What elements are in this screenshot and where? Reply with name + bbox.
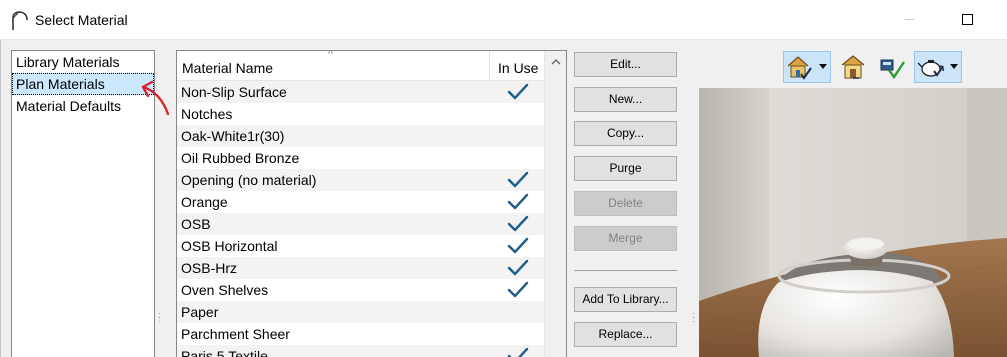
scroll-up-arrow-icon[interactable] — [545, 51, 566, 73]
material-check-icon — [880, 59, 905, 80]
table-row[interactable]: Parchment Sheer — [177, 323, 545, 345]
material-name-cell: Opening (no material) — [181, 172, 317, 188]
in-use-check-icon — [507, 83, 529, 101]
button-separator — [574, 270, 677, 271]
materials-table[interactable]: ^ Material Name In Use Non-Slip Surface N… — [176, 50, 567, 357]
table-row[interactable]: OSB — [177, 213, 545, 235]
table-row[interactable]: Orange — [177, 191, 545, 213]
minimize-button[interactable] — [886, 0, 932, 40]
category-plan-materials[interactable]: Plan Materials — [12, 73, 154, 95]
annotation-arrow-icon — [141, 80, 170, 116]
table-row[interactable]: Oak-White1r(30) — [177, 125, 545, 147]
column-header-material-name[interactable]: ^ Material Name — [177, 51, 490, 81]
in-use-check-icon — [507, 215, 529, 233]
replace-button[interactable]: Replace... — [574, 322, 677, 347]
column-header-in-use[interactable]: In Use — [491, 51, 545, 81]
material-category-list[interactable]: Library Materials Plan Materials Materia… — [11, 50, 155, 357]
vertical-scrollbar[interactable] — [544, 51, 566, 357]
splitter-grip-right[interactable]: · · · — [692, 309, 695, 327]
table-header: ^ Material Name In Use — [177, 51, 545, 81]
interior-view-button[interactable] — [836, 51, 870, 83]
table-row[interactable]: Notches — [177, 103, 545, 125]
material-name-cell: Oil Rubbed Bronze — [181, 150, 300, 166]
copy-button[interactable]: Copy... — [574, 121, 677, 146]
title-bar: Select Material — [0, 0, 1007, 40]
preview-toolbar — [699, 50, 1007, 86]
teapot-preview-dropdown-button[interactable] — [914, 51, 962, 83]
category-library-materials[interactable]: Library Materials — [12, 51, 154, 73]
column-label-in-use: In Use — [498, 60, 539, 76]
table-row[interactable]: Paris 5 Textile — [177, 345, 545, 357]
category-material-defaults[interactable]: Material Defaults — [12, 95, 154, 117]
material-name-cell: Non-Slip Surface — [181, 84, 287, 100]
table-row[interactable]: Oven Shelves — [177, 279, 545, 301]
teapot-preview-image — [699, 88, 1007, 357]
material-name-cell: Oven Shelves — [181, 282, 269, 298]
window-title: Select Material — [35, 12, 128, 28]
column-label-material-name: Material Name — [182, 60, 274, 76]
table-row[interactable]: Opening (no material) — [177, 169, 545, 191]
in-use-check-icon — [507, 171, 529, 189]
material-name-cell: Parchment Sheer — [181, 326, 290, 342]
table-row[interactable]: OSB-Hrz — [177, 257, 545, 279]
maximize-button[interactable] — [946, 0, 992, 40]
table-row[interactable]: OSB Horizontal — [177, 235, 545, 257]
in-use-check-icon — [507, 193, 529, 211]
teapot-preview-dropdown-icon — [917, 60, 958, 77]
window-left-edge — [0, 40, 1, 357]
material-name-cell: Paper — [181, 304, 219, 320]
table-body: Non-Slip Surface Notches Oak-White1r(30) Oi… — [177, 81, 545, 357]
add-to-library-button[interactable]: Add To Library... — [574, 287, 677, 312]
purge-button[interactable]: Purge — [574, 156, 677, 181]
app-logo-icon — [10, 9, 30, 31]
material-name-cell: Paris 5 Textile — [181, 348, 268, 357]
material-name-cell: Orange — [181, 194, 228, 210]
merge-button[interactable]: Merge — [574, 226, 677, 251]
material-name-cell: Oak-White1r(30) — [181, 128, 285, 144]
interior-view-icon — [841, 55, 865, 79]
material-check-button[interactable] — [875, 51, 909, 83]
material-name-cell: OSB Horizontal — [181, 238, 278, 254]
table-row[interactable]: Non-Slip Surface — [177, 81, 545, 103]
material-name-cell: OSB — [181, 216, 211, 232]
house-view-dropdown-button[interactable] — [783, 51, 831, 83]
new-button[interactable]: New... — [574, 87, 677, 112]
in-use-check-icon — [507, 237, 529, 255]
edit-button[interactable]: Edit... — [574, 52, 677, 77]
material-name-cell: Notches — [181, 106, 233, 122]
in-use-check-icon — [507, 347, 529, 357]
table-row[interactable]: Paper — [177, 301, 545, 323]
delete-button[interactable]: Delete — [574, 191, 677, 216]
in-use-check-icon — [507, 259, 529, 277]
material-preview[interactable] — [699, 88, 1007, 357]
splitter-grip-left[interactable]: · · · — [158, 309, 161, 327]
table-row[interactable]: Oil Rubbed Bronze — [177, 147, 545, 169]
material-name-cell: OSB-Hrz — [181, 260, 237, 276]
sort-ascending-icon: ^ — [328, 50, 333, 60]
house-view-dropdown-icon — [787, 56, 827, 80]
in-use-check-icon — [507, 281, 529, 299]
